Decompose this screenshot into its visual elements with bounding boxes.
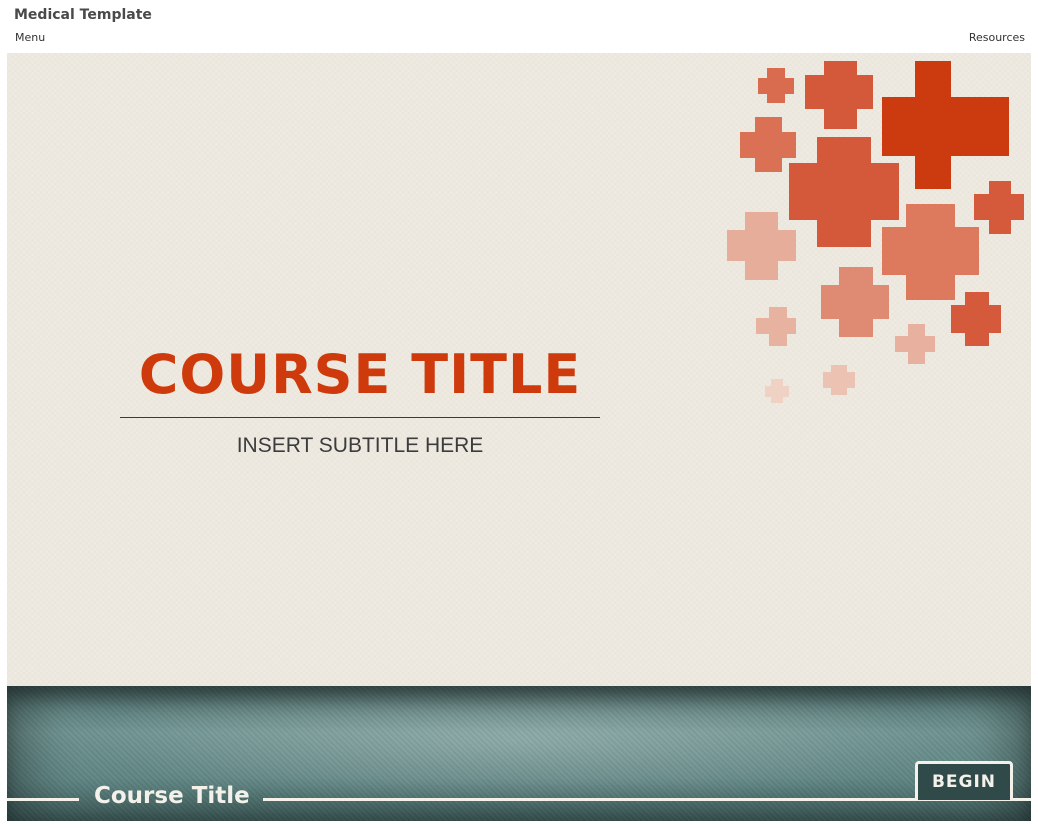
course-subtitle: INSERT SUBTITLE HERE [236,434,484,457]
medical-cross-icon [805,61,873,129]
medical-cross-icon [882,61,1009,189]
medical-cross-icon [740,117,796,172]
medical-cross-icon [951,292,1001,346]
medical-cross-icon [756,307,796,346]
title-divider [120,417,600,418]
medical-cross-icon [974,181,1024,234]
resources-link[interactable]: Resources [969,31,1025,44]
app-title: Medical Template [14,7,152,23]
footer-divider-left [7,798,79,801]
slide-canvas: COURSE TITLE INSERT SUBTITLE HERE [7,53,1031,686]
medical-cross-icon [821,267,889,337]
footer-bar: Course Title BEGIN [7,686,1031,821]
medical-cross-icon [823,365,855,395]
medical-cross-icon [895,324,935,364]
medical-cross-icon [727,212,796,280]
medical-cross-icon [758,68,794,103]
begin-button[interactable]: BEGIN [915,761,1013,800]
course-title-heading: COURSE TITLE [138,343,582,406]
medical-cross-icon [765,379,789,403]
footer-course-title: Course Title [94,783,250,809]
app-window: Medical Template Menu Resources COURSE T… [0,0,1038,828]
menu-link[interactable]: Menu [15,31,45,44]
